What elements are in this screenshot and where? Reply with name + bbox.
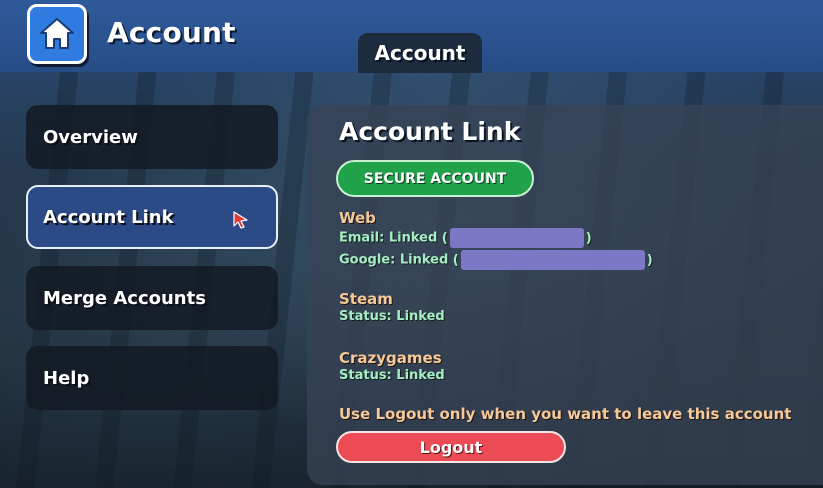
- logout-warning: Use Logout only when you want to leave t…: [339, 405, 792, 423]
- email-status-text: Email: Linked: [339, 230, 438, 246]
- tab-account[interactable]: Account: [358, 33, 482, 73]
- cursor-icon: [233, 211, 248, 229]
- close-paren: ): [585, 230, 592, 246]
- web-google-status: Google: Linked (): [339, 250, 653, 270]
- redacted-email: [449, 228, 584, 248]
- web-section-title: Web: [339, 209, 376, 227]
- open-paren: (: [452, 252, 459, 268]
- crazygames-section-title: Crazygames: [339, 349, 442, 367]
- logout-button[interactable]: Logout: [336, 431, 566, 463]
- panel-heading: Account Link: [339, 117, 521, 146]
- sidebar-item-overview[interactable]: Overview: [26, 105, 278, 169]
- google-status-text: Google: Linked: [339, 252, 449, 268]
- redacted-google-account: [460, 250, 645, 270]
- sidebar-item-merge-accounts[interactable]: Merge Accounts: [26, 266, 278, 330]
- crazygames-status: Status: Linked: [339, 368, 445, 383]
- sidebar-item-help[interactable]: Help: [26, 346, 278, 410]
- sidebar-item-label: Overview: [43, 126, 138, 148]
- home-button[interactable]: [27, 4, 87, 64]
- home-icon: [40, 18, 74, 49]
- sidebar-item-label: Help: [43, 367, 90, 389]
- sidebar-item-label: Merge Accounts: [43, 287, 206, 309]
- steam-section-title: Steam: [339, 290, 393, 308]
- sidebar-item-label: Account Link: [43, 206, 174, 228]
- web-email-status: Email: Linked (): [339, 228, 592, 248]
- steam-status: Status: Linked: [339, 309, 445, 324]
- page-title: Account: [107, 16, 236, 49]
- close-paren: ): [646, 252, 653, 268]
- open-paren: (: [441, 230, 448, 246]
- secure-account-button[interactable]: SECURE ACCOUNT: [336, 160, 534, 197]
